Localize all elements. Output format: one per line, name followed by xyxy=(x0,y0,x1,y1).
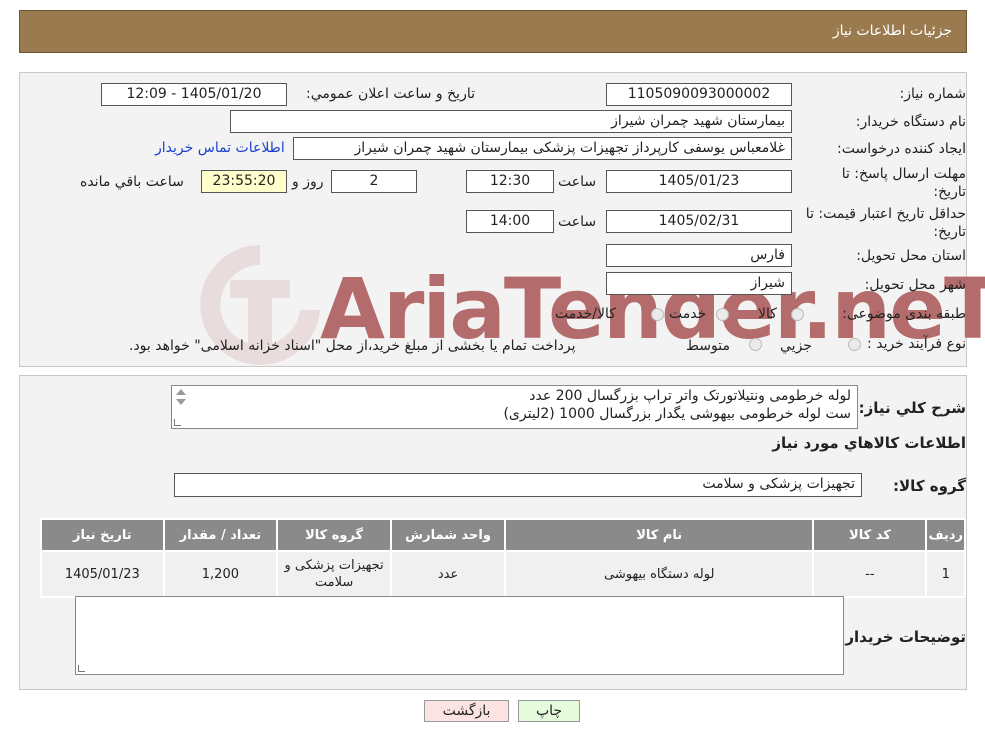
process-type-label: نوع فرآيند خريد : xyxy=(867,336,966,352)
col-date: تاريخ نياز xyxy=(40,518,165,552)
province-label: استان محل تحويل: xyxy=(856,248,966,264)
cell-code: -- xyxy=(812,550,928,598)
remaining-time-field: 23:55:20 xyxy=(201,170,287,193)
page-header: جزئيات اطلاعات نياز xyxy=(19,10,967,53)
scroll-down-icon[interactable] xyxy=(176,399,186,405)
cell-name: لوله دستگاه بیهوشی xyxy=(504,550,815,598)
cell-unit: عدد xyxy=(390,550,507,598)
category-service-radio[interactable] xyxy=(716,308,729,321)
reply-deadline-label: مهلت ارسال پاسخ: تا xyxy=(841,166,966,182)
col-code: كد كالا xyxy=(812,518,928,552)
cell-qty: 1,200 xyxy=(162,550,279,598)
summary-label: شرح كلي نياز: xyxy=(858,399,966,417)
category-goods-radio[interactable] xyxy=(791,308,804,321)
buyer-notes-textarea[interactable] xyxy=(75,596,844,675)
announce-label: تاريخ و ساعت اعلان عمومي: xyxy=(306,86,475,102)
days-label: روز و xyxy=(292,174,324,190)
print-button[interactable]: چاپ xyxy=(518,700,580,722)
category-label: طبقه بندی موضوعی: xyxy=(842,306,966,322)
price-validity-time-label: ساعت xyxy=(558,214,597,230)
summary-textarea[interactable]: لوله خرطومی ونتیلاتورتک واتر تراپ بزرگسا… xyxy=(171,385,858,429)
process-medium-label: متوسط xyxy=(686,338,730,354)
need-number-field: 1105090093000002 xyxy=(606,83,792,106)
resize-grip-icon[interactable] xyxy=(174,419,181,426)
table-header-row: رديف كد كالا نام كالا واحد شمارش گروه كا… xyxy=(40,518,966,552)
resize-grip-icon[interactable] xyxy=(78,665,85,672)
reply-date-field: 1405/01/23 xyxy=(606,170,792,193)
col-qty: تعداد / مقدار xyxy=(162,518,279,552)
category-service-label: خدمت xyxy=(669,306,707,322)
summary-line-2: ست لوله خرطومی بیهوشی یگدار بزرگسال 1000… xyxy=(503,406,851,422)
city-field: شيراز xyxy=(606,272,792,295)
need-number-label: شماره نياز: xyxy=(899,86,967,102)
process-note: پرداخت تمام يا بخشی از مبلغ خريد،از محل … xyxy=(129,338,576,354)
remaining-label: ساعت باقي مانده xyxy=(80,174,184,190)
page-title: جزئيات اطلاعات نياز xyxy=(832,23,952,39)
reply-time-label: ساعت xyxy=(558,174,597,190)
announce-field: 1405/01/20 - 12:09 xyxy=(101,83,287,106)
requester-label: ايجاد كننده درخواست: xyxy=(837,141,966,157)
price-validity-time-field: 14:00 xyxy=(466,210,554,233)
category-goods-label: كالا xyxy=(758,306,777,322)
process-medium-radio[interactable] xyxy=(749,338,762,351)
price-validity-date-field: 1405/02/31 xyxy=(606,210,792,233)
cell-row: 1 xyxy=(925,550,966,598)
col-unit: واحد شمارش xyxy=(390,518,507,552)
reply-deadline-label-2: تاريخ: xyxy=(933,184,966,200)
goods-group-label: گروه كالا: xyxy=(893,477,966,495)
col-group: گروه كالا xyxy=(276,518,393,552)
summary-line-1: لوله خرطومی ونتیلاتورتک واتر تراپ بزرگسا… xyxy=(529,388,851,404)
price-validity-label: حداقل تاريخ اعتبار قيمت: تا xyxy=(805,206,966,222)
buyer-contact-link[interactable]: اطلاعات تماس خريدار xyxy=(155,140,285,156)
buyer-org-field: بيمارستان شهيد چمران شيراز xyxy=(230,110,792,133)
requester-field: غلامعباس يوسفی كارپرداز تجهيزات پزشكی بي… xyxy=(293,137,792,160)
goods-info-title: اطلاعات كالاهاي مورد نياز xyxy=(772,434,966,452)
category-goods-service-radio[interactable] xyxy=(651,308,664,321)
goods-group-field: تجهيزات پزشكی و سلامت xyxy=(174,473,862,497)
process-partial-radio[interactable] xyxy=(848,338,861,351)
days-field: 2 xyxy=(331,170,417,193)
table-row: 1 -- لوله دستگاه بیهوشی عدد تجهيزات پزشك… xyxy=(40,550,966,598)
back-button[interactable]: بازگشت xyxy=(424,700,509,722)
col-name: نام كالا xyxy=(504,518,815,552)
category-goods-service-label: كالا/خدمت xyxy=(555,306,616,322)
cell-group: تجهيزات پزشكی و سلامت xyxy=(276,550,393,598)
items-table: رديف كد كالا نام كالا واحد شمارش گروه كا… xyxy=(40,518,966,598)
cell-date: 1405/01/23 xyxy=(40,550,165,598)
city-label: شهر محل تحويل: xyxy=(864,277,966,293)
province-field: فارس xyxy=(606,244,792,267)
process-partial-label: جزيي xyxy=(780,338,812,354)
buyer-org-label: نام دستگاه خريدار: xyxy=(855,114,966,130)
buyer-notes-label: توضيحات خريدار: xyxy=(839,628,966,646)
price-validity-label-2: تاريخ: xyxy=(933,224,966,240)
scroll-up-icon[interactable] xyxy=(176,389,186,395)
col-row: رديف xyxy=(925,518,966,552)
reply-time-field: 12:30 xyxy=(466,170,554,193)
